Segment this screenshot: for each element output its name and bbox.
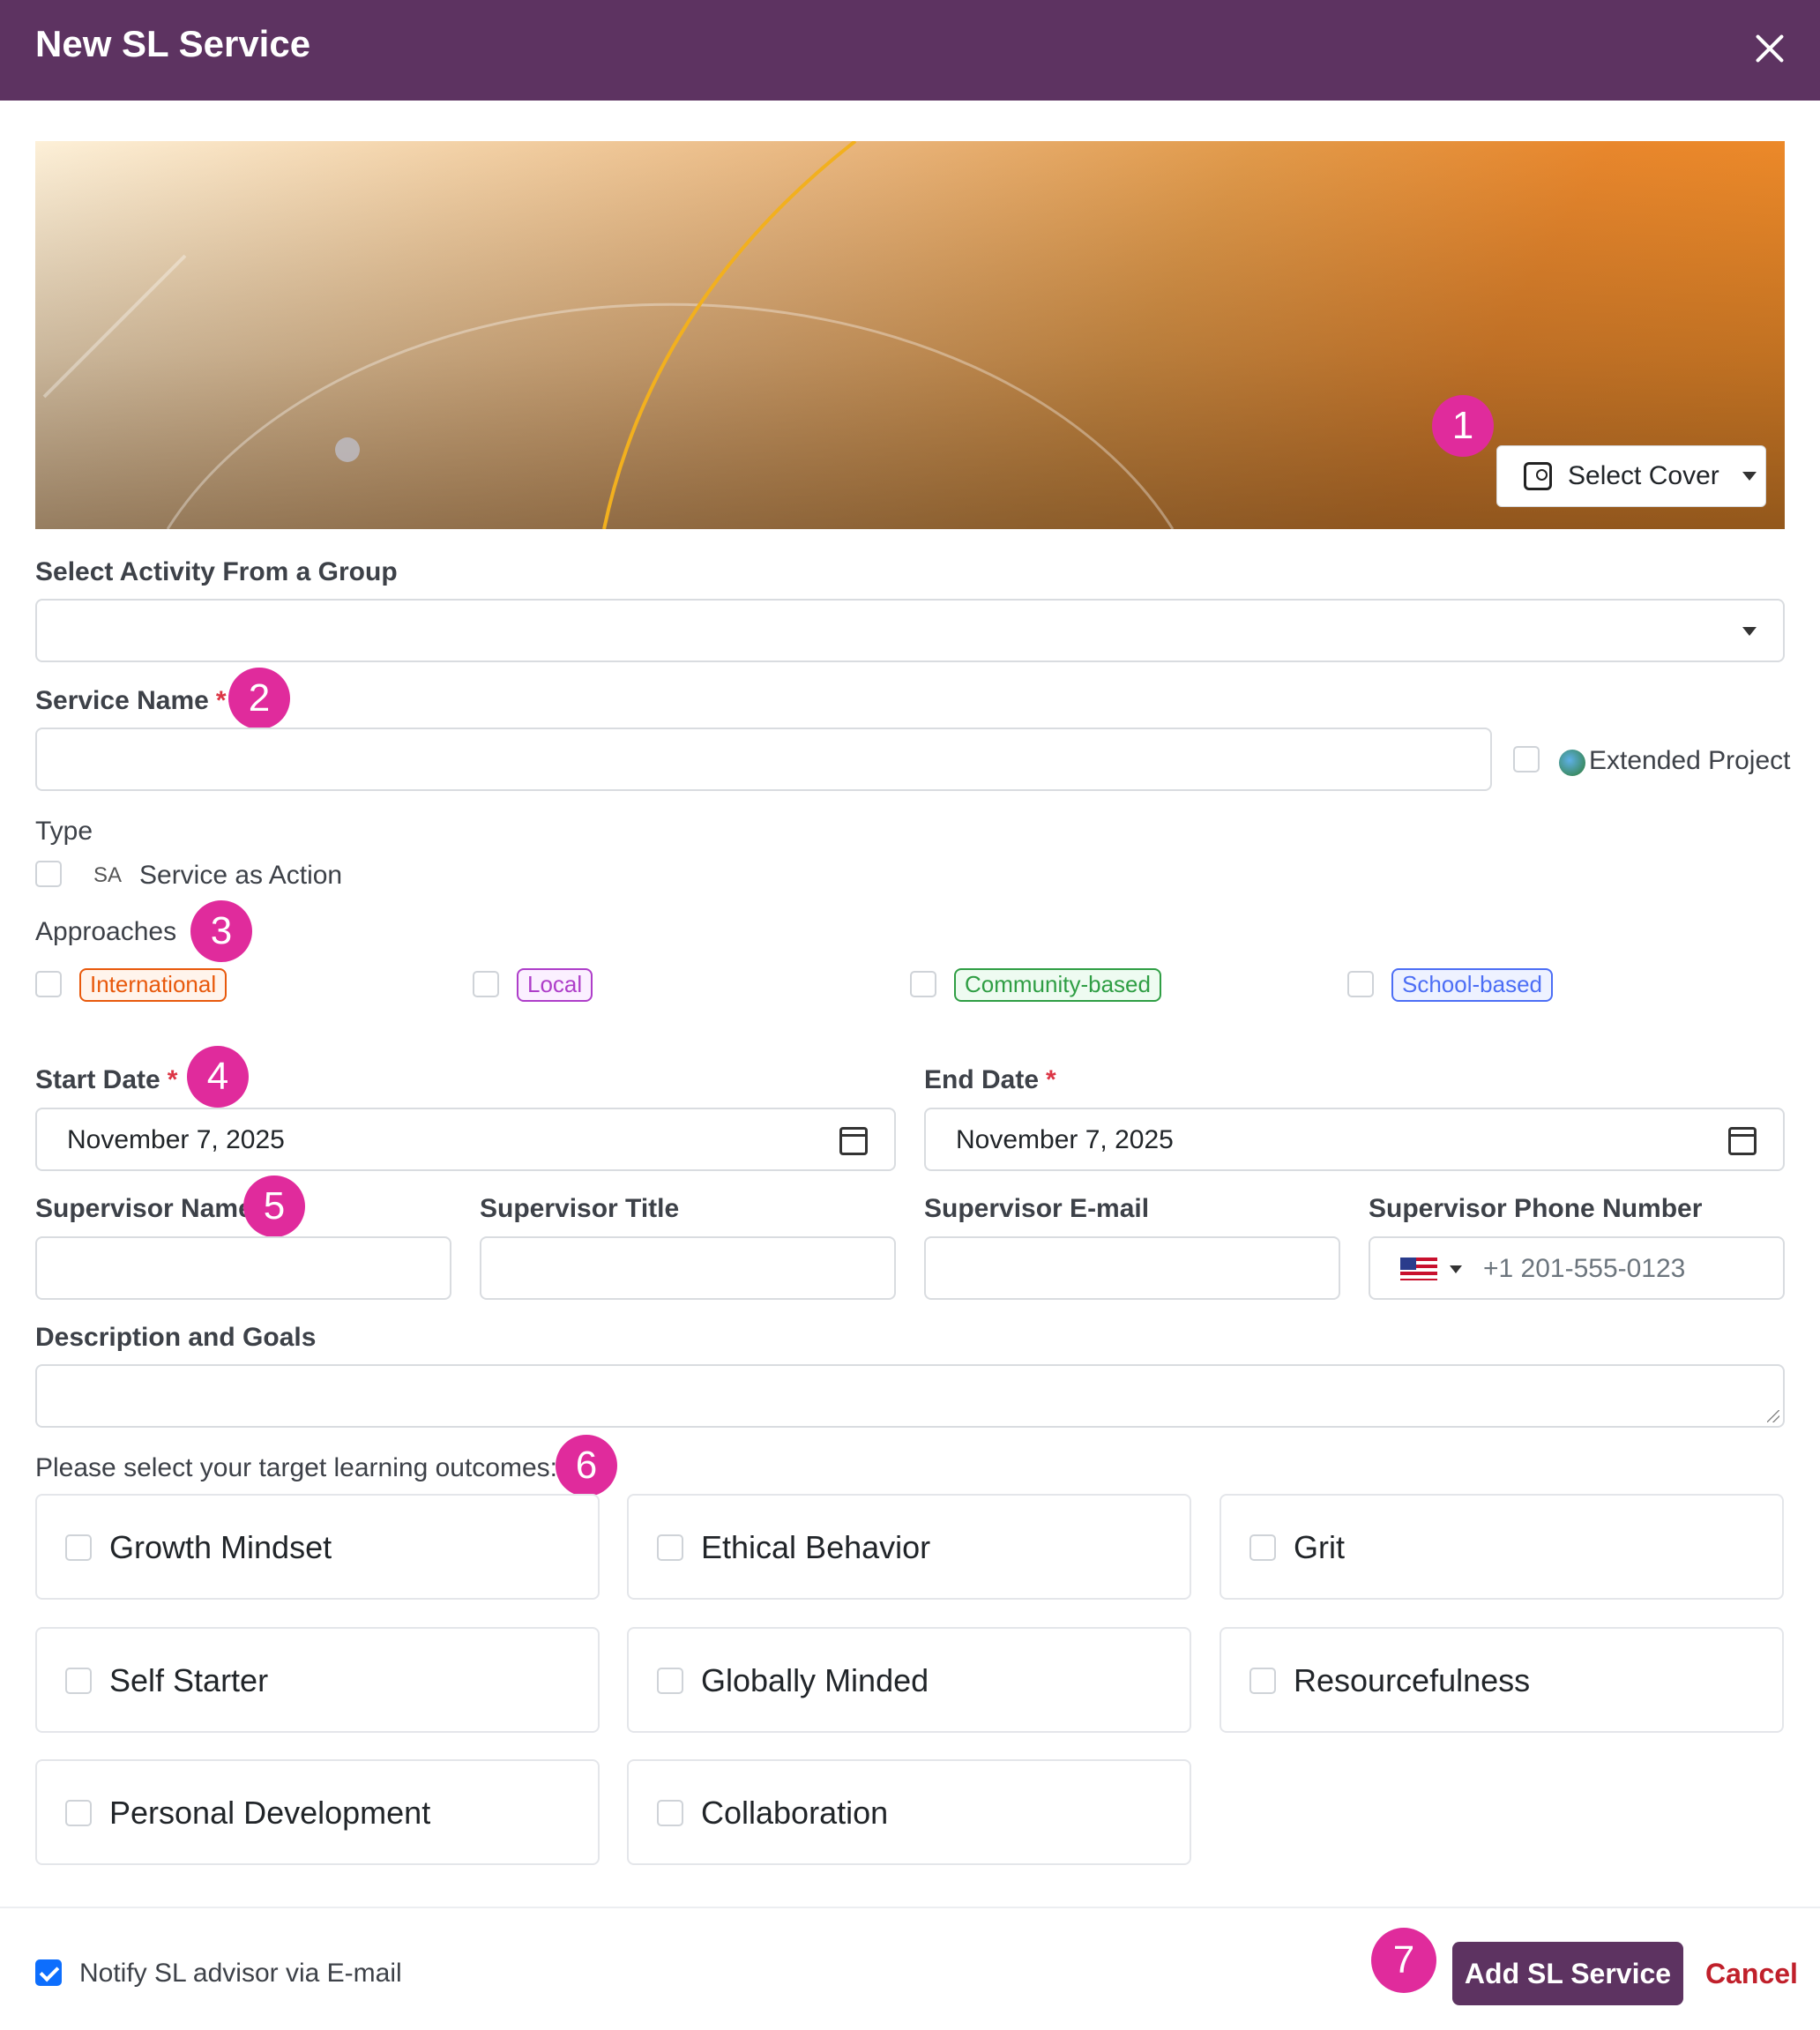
select-cover-label: Select Cover [1568, 461, 1719, 490]
supervisor-phone-placeholder: +1 201-555-0123 [1483, 1254, 1686, 1283]
outcome-checkbox[interactable] [1249, 1668, 1276, 1694]
outcome-checkbox[interactable] [657, 1668, 683, 1694]
approach-community-tag: Community-based [954, 968, 1161, 1002]
description-label: Description and Goals [35, 1323, 317, 1352]
supervisor-phone-label: Supervisor Phone Number [1369, 1194, 1703, 1223]
step-badge-6: 6 [556, 1435, 617, 1496]
start-date-label-text: Start Date [35, 1065, 160, 1094]
outcome-grit[interactable]: Grit [1220, 1494, 1784, 1600]
service-name-input[interactable] [35, 728, 1492, 791]
activity-group-select[interactable] [35, 599, 1785, 662]
approach-local-checkbox[interactable] [473, 971, 499, 997]
step-badge-1: 1 [1432, 395, 1494, 457]
outcome-collaboration[interactable]: Collaboration [627, 1759, 1191, 1865]
approach-school-checkbox[interactable] [1347, 971, 1374, 997]
supervisor-title-input[interactable] [480, 1236, 896, 1300]
service-as-action-checkbox[interactable] [35, 861, 62, 887]
outcome-ethical-behavior[interactable]: Ethical Behavior [627, 1494, 1191, 1600]
activity-group-label: Select Activity From a Group [35, 557, 398, 586]
footer-divider [0, 1907, 1820, 1908]
calendar-icon[interactable] [839, 1127, 868, 1155]
approach-international-tag: International [79, 968, 228, 1002]
outcome-label: Grit [1294, 1529, 1345, 1565]
required-mark: * [167, 1065, 178, 1094]
modal-title: New SL Service [35, 23, 311, 64]
end-date-label-text: End Date [924, 1065, 1040, 1094]
outcome-growth-mindset[interactable]: Growth Mindset [35, 1494, 600, 1600]
approach-school-tag: School-based [1391, 968, 1553, 1002]
supervisor-phone-input[interactable]: +1 201-555-0123 [1369, 1236, 1785, 1300]
modal-header: New SL Service [0, 0, 1820, 101]
select-cover-button[interactable]: Select Cover [1496, 445, 1766, 507]
end-date-input[interactable]: November 7, 2025 [924, 1108, 1785, 1171]
end-date-value: November 7, 2025 [956, 1125, 1174, 1154]
supervisor-title-label: Supervisor Title [480, 1194, 680, 1223]
outcome-label: Personal Development [109, 1795, 431, 1831]
service-as-action-code: SA [93, 863, 123, 887]
required-mark: * [215, 686, 227, 715]
calendar-icon[interactable] [1728, 1127, 1757, 1155]
service-as-action-label: Service as Action [139, 861, 343, 890]
description-textarea[interactable] [35, 1364, 1785, 1428]
outcome-checkbox[interactable] [657, 1800, 683, 1826]
outcome-checkbox[interactable] [657, 1534, 683, 1561]
outcome-label: Growth Mindset [109, 1529, 332, 1565]
start-date-value: November 7, 2025 [67, 1125, 285, 1154]
supervisor-email-label: Supervisor E-mail [924, 1194, 1150, 1223]
outcome-personal-development[interactable]: Personal Development [35, 1759, 600, 1865]
notify-advisor-checkbox[interactable] [35, 1959, 62, 1986]
step-badge-4: 4 [187, 1046, 249, 1108]
outcome-label: Collaboration [701, 1795, 889, 1831]
step-badge-2: 2 [228, 668, 290, 729]
extended-project-checkbox[interactable] [1513, 746, 1540, 772]
outcome-label: Globally Minded [701, 1662, 929, 1698]
image-icon [1524, 462, 1552, 490]
outcome-checkbox[interactable] [65, 1800, 92, 1826]
step-badge-3: 3 [190, 900, 252, 962]
service-name-label-text: Service Name [35, 686, 209, 715]
approach-international-checkbox[interactable] [35, 971, 62, 997]
supervisor-name-label: Supervisor Name [35, 1194, 253, 1223]
step-badge-7: 7 [1371, 1928, 1436, 1993]
globe-icon [1559, 750, 1585, 776]
type-label: Type [35, 817, 93, 846]
required-mark: * [1046, 1065, 1056, 1094]
outcome-label: Self Starter [109, 1662, 269, 1698]
resize-handle-icon[interactable] [1767, 1410, 1779, 1422]
approach-local-tag: Local [517, 968, 593, 1002]
notify-advisor-label: Notify SL advisor via E-mail [79, 1959, 402, 1988]
step-badge-5: 5 [243, 1175, 305, 1237]
start-date-label: Start Date * [35, 1065, 177, 1095]
outcome-resourcefulness[interactable]: Resourcefulness [1220, 1627, 1784, 1733]
outcome-label: Ethical Behavior [701, 1529, 931, 1565]
outcome-self-starter[interactable]: Self Starter [35, 1627, 600, 1733]
add-sl-service-button[interactable]: Add SL Service [1452, 1942, 1683, 2005]
chevron-down-icon [1742, 472, 1757, 481]
supervisor-email-input[interactable] [924, 1236, 1340, 1300]
extended-project-label: Extended Project [1589, 746, 1791, 775]
start-date-input[interactable]: November 7, 2025 [35, 1108, 896, 1171]
chevron-down-icon [1742, 627, 1757, 636]
service-name-label: Service Name * [35, 686, 227, 716]
approaches-label: Approaches [35, 917, 177, 946]
us-flag-icon[interactable] [1400, 1258, 1437, 1280]
outcomes-label: Please select your target learning outco… [35, 1453, 557, 1482]
chevron-down-icon[interactable] [1450, 1265, 1462, 1273]
outcome-checkbox[interactable] [1249, 1534, 1276, 1561]
cancel-button[interactable]: Cancel [1705, 1958, 1798, 1990]
approach-community-checkbox[interactable] [910, 971, 936, 997]
outcome-checkbox[interactable] [65, 1668, 92, 1694]
outcome-checkbox[interactable] [65, 1534, 92, 1561]
outcome-label: Resourcefulness [1294, 1662, 1531, 1698]
outcome-globally-minded[interactable]: Globally Minded [627, 1627, 1191, 1733]
close-icon[interactable] [1748, 26, 1792, 71]
end-date-label: End Date * [924, 1065, 1056, 1095]
supervisor-name-input[interactable] [35, 1236, 451, 1300]
